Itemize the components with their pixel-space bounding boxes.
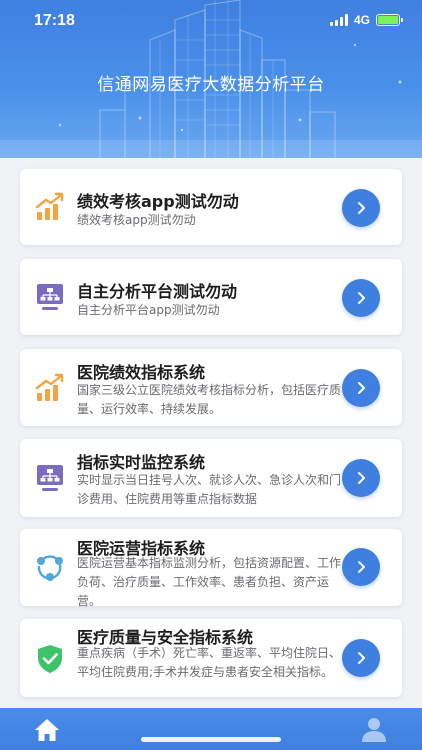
card-hospital-operations[interactable]: 医院运营指标系统 医院运营基本指标监测分析，包括资源配置、工作负荷、治疗质量、工… [20,529,402,608]
network-type: 4G [353,13,370,27]
org-chart-monitor-icon [37,284,63,310]
card-description: 重点疾病（手术）死亡率、重返率、平均住院日、平均住院费用;手术并发症与患者安全相… [77,646,342,679]
card-realtime-monitor[interactable]: 指标实时监控系统 实时显示当日挂号人次、就诊人次、急诊人次和门诊费用、住院费用等… [20,439,402,517]
card-description: 医院运营基本指标监测分析，包括资源配置、工作负荷、治疗质量、工作效率、患者负担、… [77,556,342,608]
tab-bar [0,708,422,750]
chevron-right-icon [358,202,365,214]
org-chart-monitor-icon [37,465,63,491]
bar-chart-trend-icon [35,373,64,401]
card-analysis-test[interactable]: 自主分析平台测试勿动 自主分析平台app测试勿动 [20,259,402,335]
card-description: 国家三级公立医院绩效考核指标分析，包括医疗质量、运行效率、持续发展。 [77,383,342,416]
card-title: 指标实时监控系统 [77,453,206,472]
chevron-right-icon [358,382,365,394]
battery-icon [376,14,403,26]
signal-icon [329,14,348,26]
status-indicators: 4G [329,13,403,27]
card-description: 绩效考核app测试勿动 [77,213,196,227]
card-description: 实时显示当日挂号人次、就诊人次、急诊人次和门诊费用、住院费用等重点指标数据 [77,473,342,506]
card-performance-test[interactable]: 绩效考核app测试勿动 绩效考核app测试勿动 [20,169,402,245]
open-button[interactable] [342,189,380,227]
card-description: 自主分析平台app测试勿动 [77,303,220,317]
home-icon[interactable] [33,717,61,743]
user-icon[interactable] [360,715,388,743]
app-title: 信通网易医疗大数据分析平台 [97,75,325,95]
open-button[interactable] [342,459,380,497]
shield-check-icon [38,645,62,673]
chevron-right-icon [358,292,365,304]
open-button[interactable] [342,369,380,407]
home-indicator [141,737,281,742]
status-time: 17:18 [34,12,75,29]
cycle-nodes-icon [37,555,63,581]
chevron-right-icon [358,472,365,484]
open-button[interactable] [342,279,380,317]
card-hospital-performance[interactable]: 医院绩效指标系统 国家三级公立医院绩效考核指标分析，包括医疗质量、运行效率、持续… [20,349,402,426]
header-banner: 17:18 4G 信通网易医疗大数据分析平台 [0,0,422,158]
battery-fill [378,16,398,24]
card-title: 绩效考核app测试勿动 [77,192,239,211]
open-button[interactable] [342,548,380,586]
chevron-right-icon [358,561,365,573]
status-bar: 17:18 4G [0,0,422,40]
card-title: 医院绩效指标系统 [77,363,206,382]
open-button[interactable] [342,639,380,677]
card-title: 自主分析平台测试勿动 [77,282,238,301]
card-quality-safety[interactable]: 医疗质量与安全指标系统 重点疾病（手术）死亡率、重返率、平均住院日、平均住院费用… [20,619,402,697]
chevron-right-icon [358,652,365,664]
bar-chart-trend-icon [35,192,64,220]
